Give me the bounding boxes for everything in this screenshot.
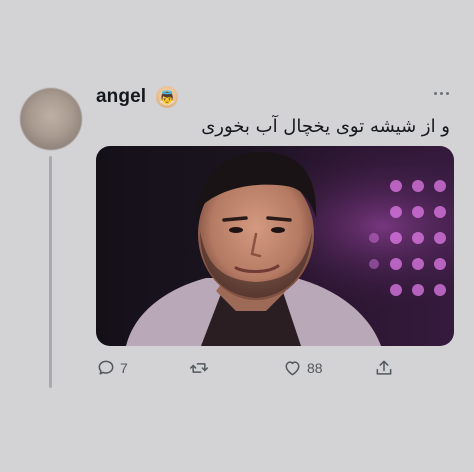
share-icon — [376, 360, 392, 375]
angel-emoji-icon: 👼 — [156, 86, 179, 108]
retweet-icon — [189, 363, 209, 373]
more-dots-icon[interactable] — [434, 92, 449, 95]
retweet-button[interactable] — [188, 358, 214, 378]
like-button[interactable]: 88 — [282, 358, 323, 378]
display-name[interactable]: angel — [96, 86, 146, 108]
reply-count: 7 — [120, 360, 128, 376]
tweet-text: و از شیشه توی یخچال آب بخوری — [201, 116, 450, 137]
reply-icon — [98, 360, 114, 375]
heart-icon — [285, 361, 300, 376]
media-photo — [96, 146, 454, 346]
tweet-actions: 7 88 — [96, 358, 406, 380]
thread-line — [49, 156, 52, 388]
share-button[interactable] — [374, 358, 398, 378]
like-count: 88 — [307, 360, 323, 376]
tweet-header: angel 👼 — [96, 86, 179, 108]
reply-button[interactable]: 7 — [96, 358, 128, 378]
tweet-media-image[interactable] — [96, 146, 454, 346]
avatar[interactable] — [20, 88, 82, 150]
